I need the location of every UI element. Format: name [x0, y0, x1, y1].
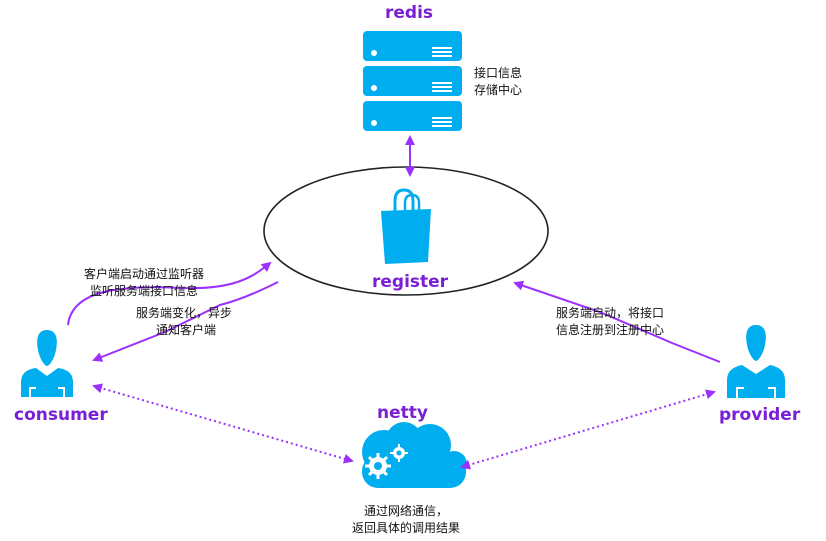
user-icon	[21, 330, 73, 397]
shopping-bag-icon	[381, 188, 431, 264]
redis-note-line1: 接口信息	[474, 66, 523, 80]
consumer-listen-label-line2: 监听服务端接口信息	[90, 284, 199, 298]
notify-consumer-label-line2: 通知客户端	[156, 323, 217, 337]
cloud-gears-icon	[362, 422, 467, 488]
provider-register-label-line2: 信息注册到注册中心	[556, 323, 665, 337]
redis-note-line2: 存储中心	[474, 83, 523, 97]
consumer-listen-label-line1: 客户端启动通过监听器	[84, 267, 205, 281]
user-icon	[727, 325, 785, 398]
provider-register-label-line1: 服务端启动，将接口	[556, 306, 665, 320]
netty-title: netty	[377, 403, 428, 423]
notify-consumer-label-line1: 服务端变化，异步	[136, 306, 233, 320]
provider-title: provider	[719, 405, 801, 425]
architecture-diagram: redis register consumer provider netty 接…	[0, 0, 826, 541]
server-stack-icon	[363, 31, 462, 131]
redis-title: redis	[385, 3, 434, 23]
consumer-netty-link	[92, 383, 354, 464]
consumer-title: consumer	[14, 405, 108, 425]
register-title: register	[372, 272, 449, 292]
netty-note-line2: 返回具体的调用结果	[351, 521, 460, 535]
provider-netty-link	[460, 389, 716, 470]
netty-note-line1: 通过网络通信，	[363, 504, 448, 518]
